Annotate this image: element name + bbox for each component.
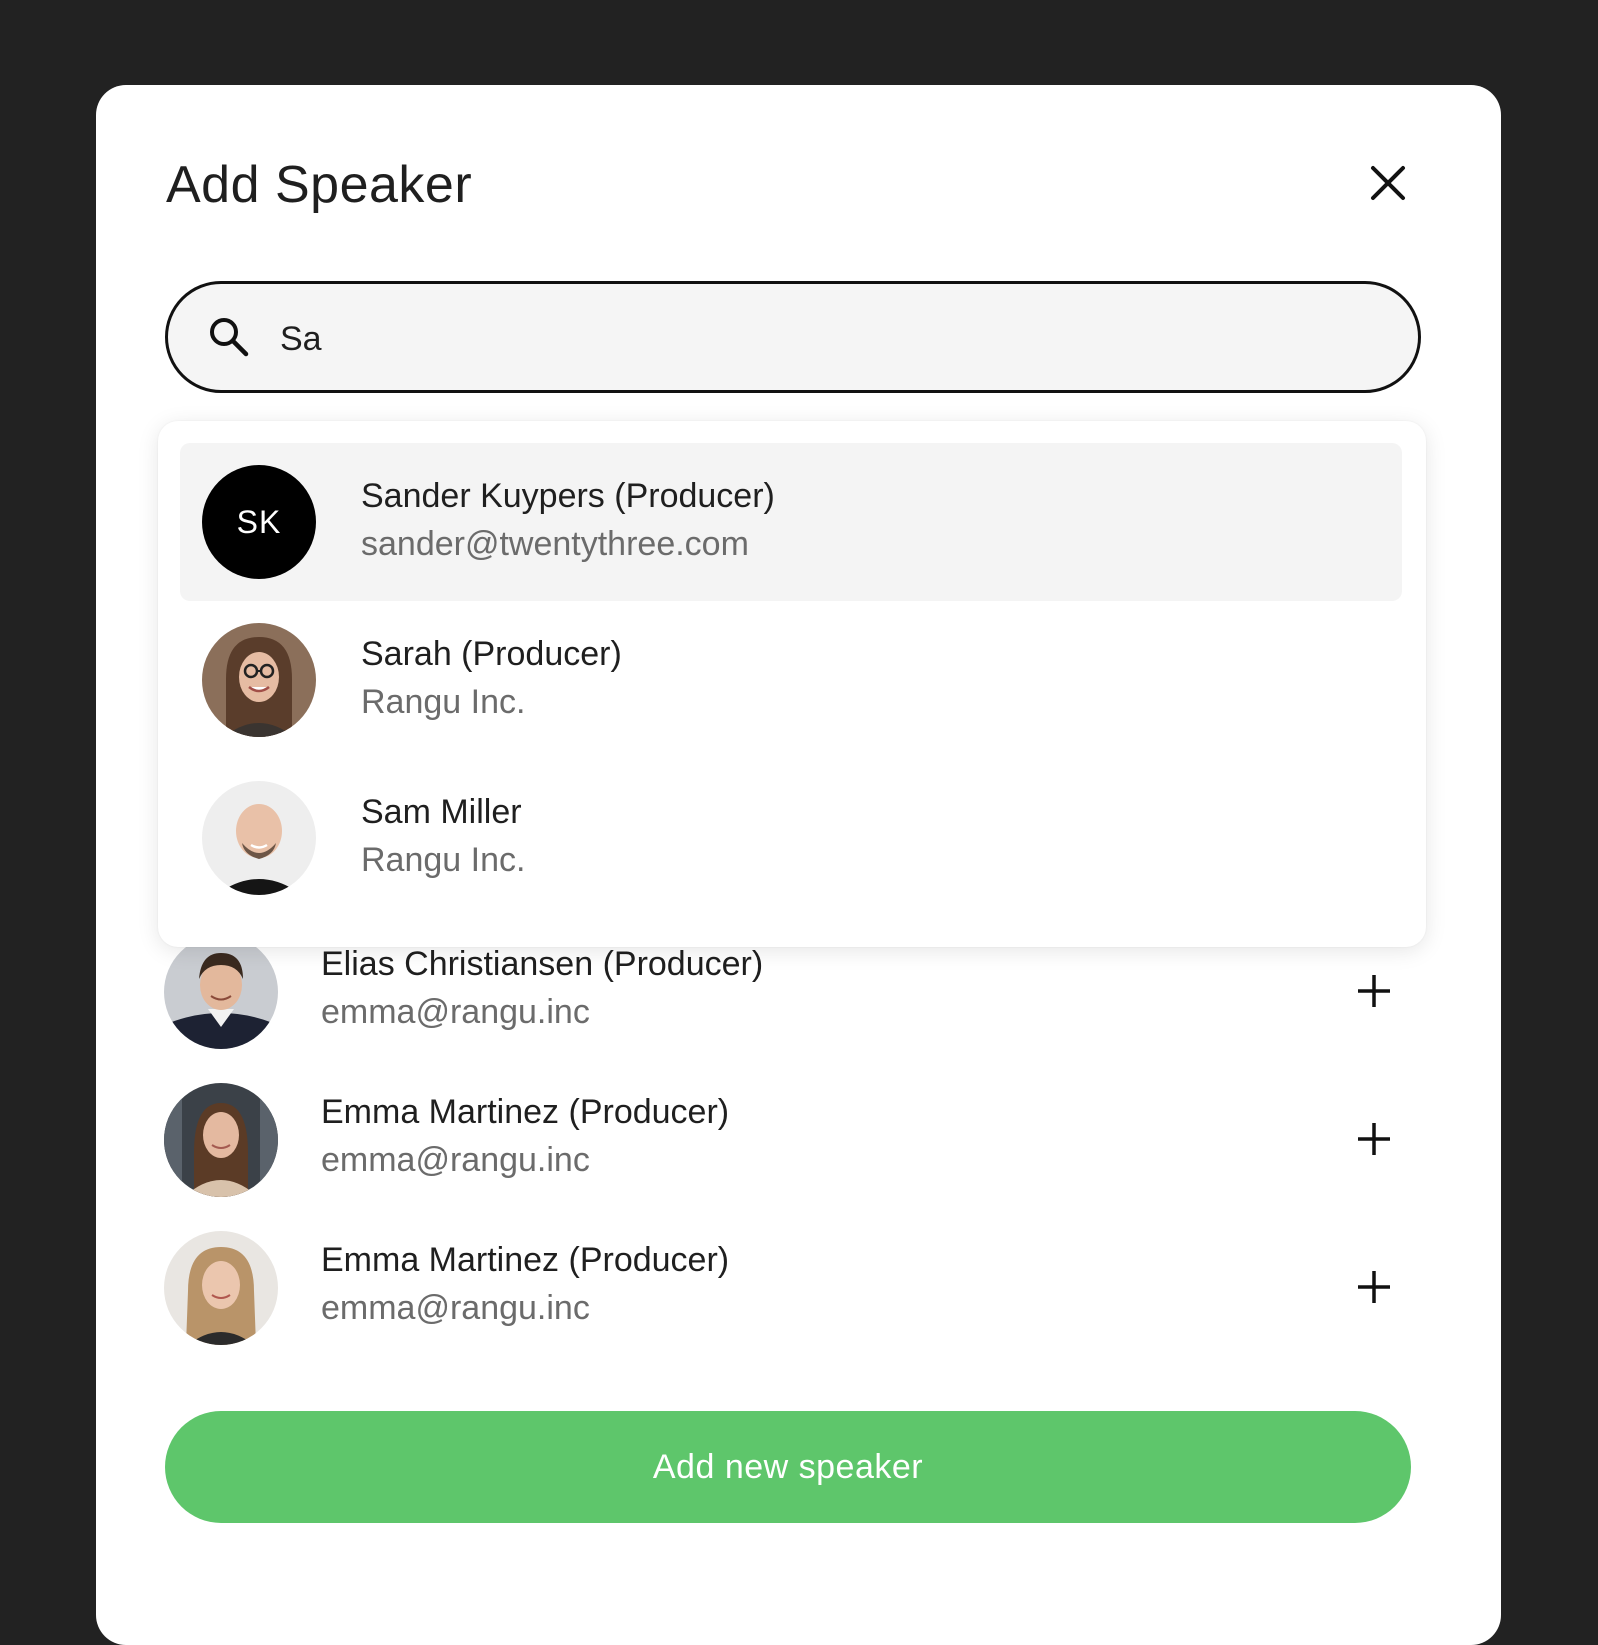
avatar xyxy=(202,623,316,737)
suggestion-company: Rangu Inc. xyxy=(361,841,526,879)
avatar-initials: SK xyxy=(236,503,282,540)
add-speaker-modal: Add Speaker Elias xyxy=(96,85,1501,1645)
search-icon xyxy=(210,318,249,357)
suggestion-name: Sarah (Producer) xyxy=(361,635,622,673)
avatar xyxy=(164,935,278,1049)
suggestion-name: Sander Kuypers (Producer) xyxy=(361,477,775,515)
speaker-row: Emma Martinez (Producer) emma@rangu.inc xyxy=(164,1231,1424,1345)
speaker-row: Emma Martinez (Producer) emma@rangu.inc xyxy=(164,1083,1424,1197)
close-icon xyxy=(1371,166,1405,200)
suggestion-item[interactable]: Sarah (Producer) Rangu Inc. xyxy=(180,601,1402,759)
add-speaker-button[interactable] xyxy=(1354,971,1394,1011)
modal-title: Add Speaker xyxy=(166,156,473,214)
suggestion-item[interactable]: SK Sander Kuypers (Producer) sander@twen… xyxy=(180,443,1402,601)
speaker-name: Emma Martinez (Producer) xyxy=(321,1241,730,1279)
speaker-email: emma@rangu.inc xyxy=(321,1141,590,1179)
add-speaker-button[interactable] xyxy=(1354,1119,1394,1159)
close-button[interactable] xyxy=(1368,163,1408,203)
speaker-email: emma@rangu.inc xyxy=(321,993,590,1031)
suggestion-name: Sam Miller xyxy=(361,793,522,831)
search-suggestions-dropdown: SK Sander Kuypers (Producer) sander@twen… xyxy=(158,421,1426,947)
speaker-name: Emma Martinez (Producer) xyxy=(321,1093,730,1131)
plus-icon xyxy=(1358,975,1390,1007)
suggestion-company: Rangu Inc. xyxy=(361,683,526,721)
avatar xyxy=(164,1231,278,1345)
search-input[interactable] xyxy=(278,310,1362,368)
speaker-name: Elias Christiansen (Producer) xyxy=(321,945,764,983)
plus-icon xyxy=(1358,1271,1390,1303)
speaker-row: Elias Christiansen (Producer) emma@rangu… xyxy=(164,935,1424,1049)
avatar xyxy=(164,1083,278,1197)
suggestion-item[interactable]: Sam Miller Rangu Inc. xyxy=(180,759,1402,917)
plus-icon xyxy=(1358,1123,1390,1155)
add-new-speaker-button[interactable]: Add new speaker xyxy=(165,1411,1411,1523)
search-field[interactable] xyxy=(165,281,1421,393)
avatar: SK xyxy=(202,465,316,579)
speaker-email: emma@rangu.inc xyxy=(321,1289,590,1327)
add-speaker-button[interactable] xyxy=(1354,1267,1394,1307)
suggestion-email: sander@twentythree.com xyxy=(361,525,749,563)
avatar xyxy=(202,781,316,895)
